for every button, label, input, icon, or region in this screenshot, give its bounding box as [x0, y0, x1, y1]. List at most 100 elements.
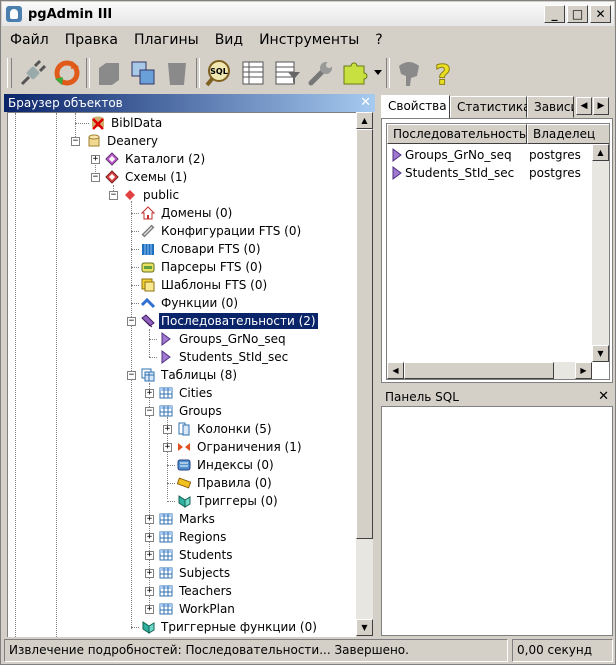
column-header-owner[interactable]: Владелец: [527, 124, 609, 144]
sql-text-area[interactable]: [381, 406, 613, 636]
collapse-sequences[interactable]: −: [127, 317, 136, 326]
tree-node-fts-dicts[interactable]: Словари FTS (0): [140, 240, 263, 258]
list-item[interactable]: Groups_GrNo_seq postgres: [389, 146, 581, 164]
collapse-deanery[interactable]: −: [71, 137, 80, 146]
menu-view[interactable]: Вид: [207, 32, 251, 48]
refresh-icon: [54, 60, 80, 86]
refresh-button[interactable]: [50, 56, 84, 90]
scroll-right-arrow-icon[interactable]: ▶: [575, 362, 592, 379]
scroll-down-arrow-icon[interactable]: ▼: [356, 619, 373, 636]
tree-node-indexes[interactable]: Индексы (0): [176, 456, 276, 474]
expand-marks[interactable]: +: [145, 515, 154, 524]
expand-constraints[interactable]: +: [163, 443, 172, 452]
tree-node-catalogs[interactable]: Каталоги (2): [104, 150, 207, 168]
scroll-up-arrow-icon[interactable]: ▲: [356, 112, 373, 129]
maximize-button[interactable]: □: [567, 5, 588, 23]
view-data-button[interactable]: [236, 56, 270, 90]
properties-hscroll[interactable]: ◀ ▶: [387, 362, 592, 379]
database-broken-icon: [90, 115, 106, 131]
tree-scrollbar[interactable]: ▲ ▼: [356, 112, 373, 636]
tab-dependencies[interactable]: Зависи: [527, 96, 574, 118]
tree-node-table-teachers[interactable]: Teachers: [158, 582, 234, 600]
constraints-icon: [176, 439, 192, 455]
menu-edit[interactable]: Правка: [57, 32, 126, 48]
tree-node-table-groups[interactable]: Groups: [158, 402, 224, 420]
tree-node-functions[interactable]: Функции (0): [140, 294, 240, 312]
hint-button: [392, 56, 426, 90]
tree-node-fts-parsers[interactable]: Парсеры FTS (0): [140, 258, 264, 276]
tree-node-table-workplan[interactable]: WorkPlan: [158, 600, 237, 618]
close-button[interactable]: ✕: [590, 5, 611, 23]
plugins-button[interactable]: [338, 56, 372, 90]
tree-node-rules[interactable]: Правила (0): [176, 474, 274, 492]
properties-list[interactable]: Последовательность Владелец Groups_GrNo_…: [386, 123, 610, 380]
menu-file[interactable]: Файл: [2, 32, 57, 48]
expand-columns[interactable]: +: [163, 425, 172, 434]
filtered-grid-icon: [275, 61, 300, 85]
properties-button[interactable]: [126, 56, 160, 90]
collapse-groups[interactable]: −: [145, 407, 154, 416]
tree-node-table-students[interactable]: Students: [158, 546, 235, 564]
scroll-left-arrow-icon[interactable]: ◀: [387, 362, 404, 379]
collapse-public[interactable]: −: [109, 191, 118, 200]
tree-node-schemas[interactable]: Схемы (1): [104, 168, 189, 186]
tree-node-constraints[interactable]: Ограничения (1): [176, 438, 304, 456]
scroll-down-arrow-icon[interactable]: ▼: [592, 345, 609, 362]
properties-hscroll-thumb[interactable]: [404, 362, 554, 379]
window-controls: _ □ ✕: [544, 5, 611, 23]
tab-statistics[interactable]: Статистика: [450, 96, 531, 118]
tree-node-domains[interactable]: Домены (0): [140, 204, 234, 222]
plugins-dropdown-button[interactable]: [372, 56, 384, 90]
sql-button[interactable]: SQL: [202, 56, 236, 90]
tree-node-table-subjects[interactable]: Subjects: [158, 564, 232, 582]
tree-node-triggers[interactable]: Триггеры (0): [176, 492, 280, 510]
browser-close-button[interactable]: ✕: [360, 94, 371, 112]
toolbar-grip[interactable]: [7, 58, 12, 88]
object-tree[interactable]: BiblData − Deanery + Каталоги (2) − Схем…: [7, 112, 356, 637]
scroll-up-arrow-icon[interactable]: ▲: [592, 144, 609, 161]
collapse-schemas[interactable]: −: [91, 173, 100, 182]
table-icon: [158, 583, 174, 599]
tree-node-public[interactable]: public: [122, 186, 181, 204]
column-header-sequence[interactable]: Последовательность: [387, 124, 527, 144]
tree-scroll-thumb[interactable]: [356, 129, 373, 539]
menu-plugins[interactable]: Плагины: [126, 32, 207, 48]
menu-help[interactable]: ?: [367, 32, 390, 48]
menu-tools[interactable]: Инструменты: [251, 32, 367, 48]
list-item[interactable]: Students_StId_sec postgres: [389, 164, 581, 182]
tree-node-table-regions[interactable]: Regions: [158, 528, 228, 546]
sql-panel-close-button[interactable]: ✕: [598, 388, 609, 406]
columns-icon: [176, 421, 192, 437]
tab-properties[interactable]: Свойства: [381, 95, 450, 119]
tree-node-fts-configs[interactable]: Конфигурации FTS (0): [140, 222, 303, 240]
minimize-button[interactable]: _: [544, 5, 565, 23]
tree-node-columns[interactable]: Колонки (5): [176, 420, 274, 438]
properties-vscroll[interactable]: ▲ ▼: [592, 144, 609, 362]
tree-node-table-marks[interactable]: Marks: [158, 510, 217, 528]
tree-node-tables[interactable]: Таблицы (8): [140, 366, 239, 384]
collapse-tables[interactable]: −: [127, 371, 136, 380]
expand-workplan[interactable]: +: [145, 605, 154, 614]
tree-node-bibldata[interactable]: BiblData: [90, 114, 164, 132]
tree-node-fts-templates[interactable]: Шаблоны FTS (0): [140, 276, 269, 294]
tree-node-seq-students[interactable]: Students_StId_sec: [158, 348, 290, 366]
tree-node-sequences[interactable]: Последовательности (2): [140, 312, 319, 330]
expand-subjects[interactable]: +: [145, 569, 154, 578]
help-button[interactable]: ?: [426, 56, 460, 90]
maintenance-button[interactable]: [304, 56, 338, 90]
expand-teachers[interactable]: +: [145, 587, 154, 596]
expand-catalogs[interactable]: +: [91, 155, 100, 164]
expand-cities[interactable]: +: [145, 389, 154, 398]
expand-regions[interactable]: +: [145, 533, 154, 542]
tree-node-seq-groups[interactable]: Groups_GrNo_seq: [158, 330, 288, 348]
filtered-data-button[interactable]: [270, 56, 304, 90]
tree-node-trigger-functions[interactable]: Триггерные функции (0): [140, 618, 319, 636]
tab-scroll-left-icon[interactable]: ◀: [576, 97, 592, 115]
database-icon: [86, 133, 102, 149]
expand-students[interactable]: +: [145, 551, 154, 560]
sql-panel-title-bar: Панель SQL ✕: [381, 388, 613, 406]
connect-button[interactable]: [16, 56, 50, 90]
tab-scroll-right-icon[interactable]: ▶: [593, 97, 609, 115]
tree-node-table-cities[interactable]: Cities: [158, 384, 214, 402]
tree-node-deanery[interactable]: Deanery: [86, 132, 160, 150]
